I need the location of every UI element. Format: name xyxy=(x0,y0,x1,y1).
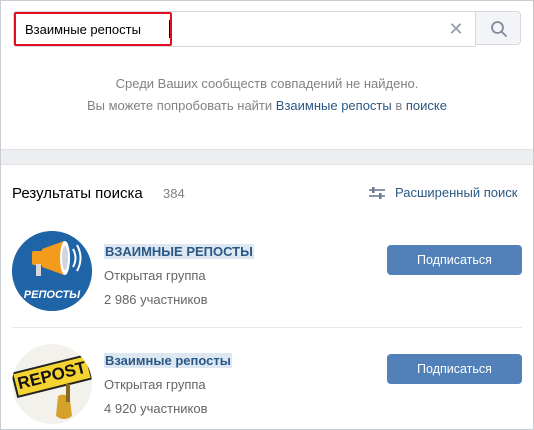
list-item: РЕПОСТЫ ВЗАИМНЫЕ РЕПОСТЫ Открытая группа… xyxy=(1,231,533,341)
search-button[interactable] xyxy=(475,11,521,45)
not-found-line2: Вы можете попробовать найти Взаимные реп… xyxy=(1,95,533,117)
list-item: REPOST Взаимные репосты Открытая группа … xyxy=(1,340,533,429)
group-type: Открытая группа xyxy=(104,377,206,392)
section-divider xyxy=(1,149,533,165)
not-found-middle: в xyxy=(395,98,403,113)
search-link[interactable]: поиске xyxy=(406,98,447,113)
search-field-container[interactable]: ✕ xyxy=(13,11,476,47)
advanced-search-label: Расширенный поиск xyxy=(395,185,518,200)
advanced-search-link[interactable]: Расширенный поиск xyxy=(369,185,517,200)
results-title: Результаты поиска xyxy=(12,185,143,202)
results-count: 384 xyxy=(163,186,185,201)
results-header: Результаты поиска 384 Расширенный поиск xyxy=(1,165,533,217)
item-divider xyxy=(12,327,522,328)
group-members-count: 4 920 участников xyxy=(104,401,208,416)
not-found-line1: Среди Ваших сообществ совпадений не найд… xyxy=(115,76,419,91)
avatar-logo-text: РЕПОСТЫ xyxy=(23,289,81,301)
not-found-message: Среди Ваших сообществ совпадений не найд… xyxy=(1,73,533,117)
group-name-link[interactable]: ВЗАИМНЫЕ РЕПОСТЫ xyxy=(104,244,254,259)
search-page-card: ✕ Среди Ваших сообществ совпадений не на… xyxy=(0,0,534,430)
subscribe-button[interactable]: Подписаться xyxy=(387,245,522,275)
clear-icon[interactable]: ✕ xyxy=(447,20,465,38)
subscribe-button[interactable]: Подписаться xyxy=(387,354,522,384)
search-bar: ✕ xyxy=(1,1,533,59)
search-input[interactable] xyxy=(14,12,172,46)
search-icon xyxy=(491,21,507,37)
text-cursor xyxy=(169,20,170,38)
group-avatar[interactable]: REPOST xyxy=(12,344,92,424)
query-link[interactable]: Взаимные репосты xyxy=(276,98,392,113)
group-members-count: 2 986 участников xyxy=(104,292,208,307)
group-avatar[interactable]: РЕПОСТЫ xyxy=(12,231,92,311)
group-name-link[interactable]: Взаимные репосты xyxy=(104,353,232,368)
filter-sliders-icon xyxy=(369,186,385,199)
not-found-prefix: Вы можете попробовать найти xyxy=(86,98,273,113)
group-type: Открытая группа xyxy=(104,268,206,283)
